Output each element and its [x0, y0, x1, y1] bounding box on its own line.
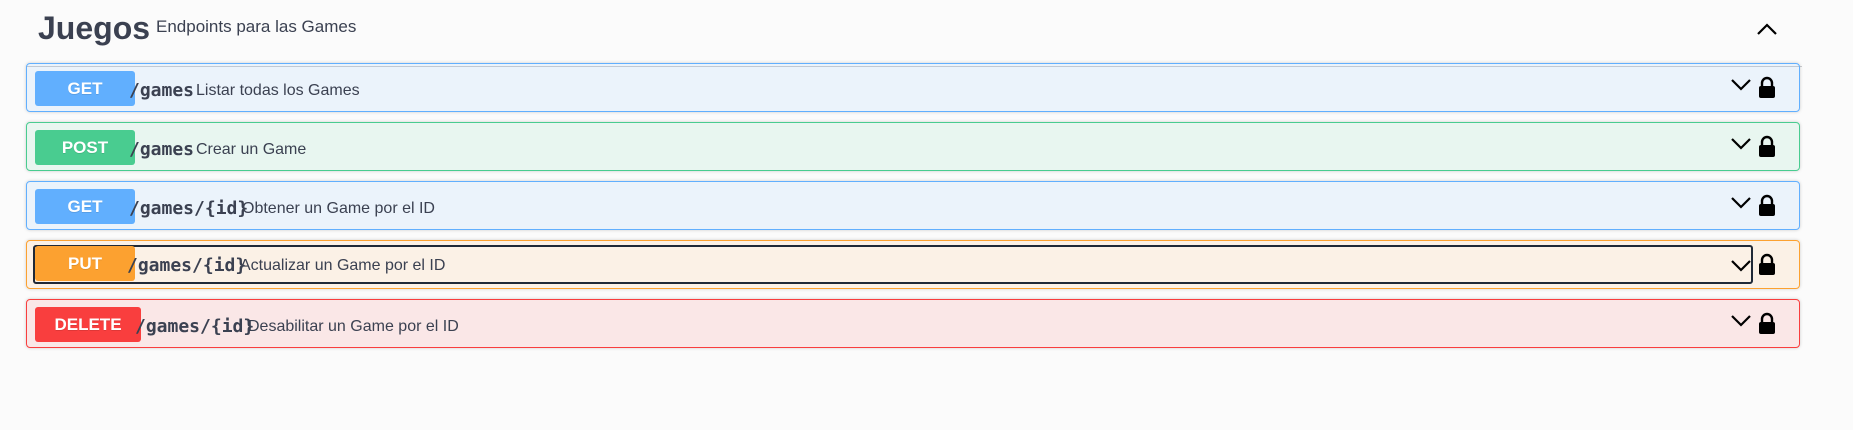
operation-summary[interactable]: GET /games/{id} Obtener un Game por el I…	[33, 186, 1743, 225]
operation-description: Actualizar un Game por el ID	[240, 257, 446, 274]
lock-icon[interactable]	[1757, 312, 1779, 336]
chevron-down-icon[interactable]	[1729, 191, 1753, 215]
operation-delete-game-by-id: DELETE /games/{id} Desabilitar un Game p…	[26, 299, 1800, 348]
operation-path: /games/{id}	[129, 198, 249, 219]
operation-path: /games/{id}	[127, 255, 247, 276]
operation-put-game-by-id: PUT /games/{id} Actualizar un Game por e…	[26, 240, 1800, 289]
operation-summary[interactable]: GET /games Listar todas los Games	[33, 68, 1743, 107]
lock-icon[interactable]	[1757, 76, 1779, 100]
chevron-up-icon[interactable]	[1748, 10, 1786, 48]
operation-description: Desabilitar un Game por el ID	[248, 318, 459, 335]
method-badge: PUT	[35, 246, 135, 281]
lock-icon[interactable]	[1757, 135, 1779, 159]
operation-summary[interactable]: PUT /games/{id} Actualizar un Game por e…	[33, 245, 1753, 284]
operation-path: /games	[129, 80, 195, 101]
operation-description: Listar todas los Games	[196, 82, 360, 99]
operation-get-games: GET /games Listar todas los Games	[26, 63, 1800, 112]
chevron-down-icon[interactable]	[1729, 254, 1753, 278]
lock-icon[interactable]	[1757, 253, 1779, 277]
tag-header[interactable]: Juegos Endpoints para las Games	[26, 0, 1802, 67]
tag-description: Endpoints para las Games	[156, 17, 357, 36]
operation-path: /games/{id}	[135, 316, 255, 337]
method-badge: DELETE	[35, 307, 141, 342]
lock-icon[interactable]	[1757, 194, 1779, 218]
chevron-down-icon[interactable]	[1729, 132, 1753, 156]
operation-post-games: POST /games Crear un Game	[26, 122, 1800, 171]
method-badge: GET	[35, 71, 135, 106]
tag-name[interactable]: Juegos	[38, 10, 150, 47]
operation-summary[interactable]: POST /games Crear un Game	[33, 127, 1743, 166]
operation-description: Crear un Game	[196, 141, 307, 158]
operation-path: /games	[129, 139, 195, 160]
method-badge: POST	[35, 130, 135, 165]
chevron-down-icon[interactable]	[1729, 309, 1753, 333]
tag-section-juegos: Juegos Endpoints para las Games GET /gam…	[26, 0, 1802, 348]
chevron-down-icon[interactable]	[1729, 73, 1753, 97]
operation-get-game-by-id: GET /games/{id} Obtener un Game por el I…	[26, 181, 1800, 230]
operation-description: Obtener un Game por el ID	[242, 200, 435, 217]
method-badge: GET	[35, 189, 135, 224]
operation-summary[interactable]: DELETE /games/{id} Desabilitar un Game p…	[33, 304, 1743, 343]
